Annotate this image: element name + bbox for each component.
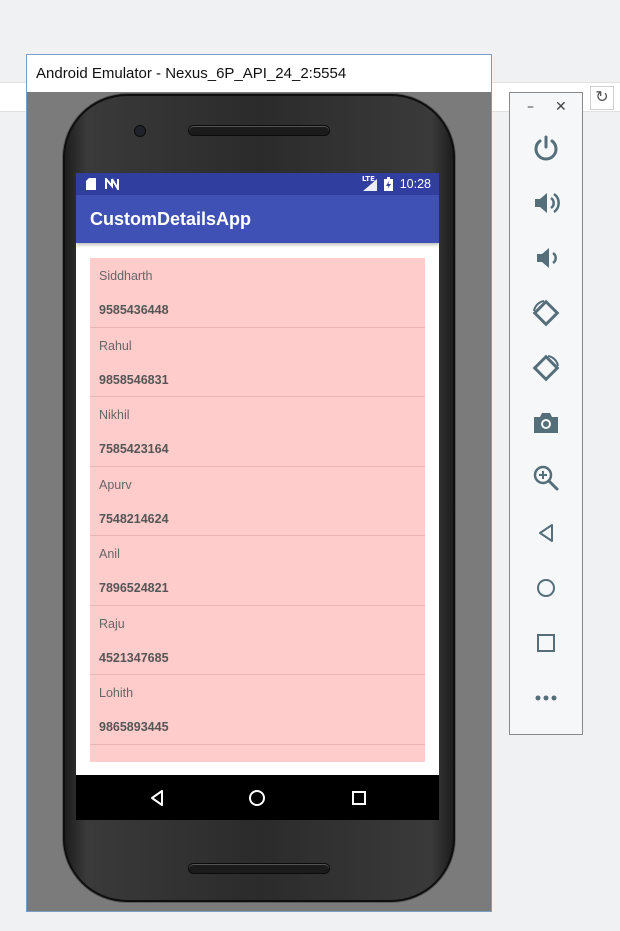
list-item[interactable]: Anil 7896524821	[90, 536, 425, 606]
rotate-right-icon	[532, 354, 560, 382]
more-icon	[535, 695, 557, 701]
contact-phone: 9858546831	[99, 372, 169, 387]
list-item[interactable]: Rahul 9858546831	[90, 328, 425, 397]
power-button[interactable]	[530, 132, 562, 164]
contact-phone: 4521347685	[99, 650, 169, 665]
minimize-button[interactable]: –	[527, 99, 534, 115]
emulator-window: Android Emulator - Nexus_6P_API_24_2:555…	[26, 54, 492, 912]
toolbar-home-button[interactable]	[530, 572, 562, 604]
battery-charging-icon	[384, 177, 393, 191]
list-item[interactable]: Siddharth 9585436448	[90, 258, 425, 328]
volume-down-button[interactable]	[530, 242, 562, 274]
recents-icon[interactable]	[346, 785, 372, 811]
volume-up-button[interactable]	[530, 187, 562, 219]
home-icon[interactable]	[244, 785, 270, 811]
contact-name: Apurv	[99, 477, 132, 492]
more-button[interactable]	[530, 682, 562, 714]
list-item[interactable]: Raju 4521347685	[90, 606, 425, 675]
contact-phone: 9585436448	[99, 303, 169, 317]
volume-up-icon	[535, 192, 560, 214]
refresh-icon[interactable]: ↻	[590, 86, 614, 110]
navigation-bar	[76, 775, 439, 820]
contact-name: Lohith	[99, 686, 134, 700]
contact-name: Anil	[99, 547, 120, 561]
contact-phone: 9865893445	[99, 720, 169, 734]
lte-signal-icon	[363, 179, 377, 191]
contact-phone: 7896524821	[99, 581, 169, 595]
contact-name: Siddharth	[99, 269, 153, 283]
app-bar: CustomDetailsApp	[76, 195, 439, 243]
emulator-titlebar[interactable]: Android Emulator - Nexus_6P_API_24_2:555…	[27, 55, 491, 92]
back-icon[interactable]	[144, 785, 170, 811]
status-bar: LTE 10:28	[76, 173, 439, 195]
contact-phone: 7548214624	[99, 511, 169, 526]
camera-icon	[534, 413, 558, 433]
volume-down-icon	[537, 248, 557, 268]
top-speaker	[189, 126, 329, 135]
overview-icon	[537, 634, 555, 652]
list-item[interactable]: Lohith 9865893445	[90, 675, 425, 745]
back-icon	[539, 524, 553, 542]
device-screen[interactable]: LTE 10:28 CustomDetailsApp Siddharth 958…	[76, 173, 439, 820]
n-notification-icon	[105, 178, 119, 190]
emulator-toolbar: – ✕	[509, 92, 583, 735]
status-time: 10:28	[399, 177, 431, 191]
sd-card-icon	[86, 178, 96, 190]
contact-phone: 7585423164	[99, 442, 169, 456]
app-title: CustomDetailsApp	[90, 209, 252, 229]
contact-list[interactable]: Siddharth 9585436448 Rahul 9858546831 Ni…	[90, 258, 425, 762]
rotate-left-icon	[532, 299, 560, 327]
power-icon	[534, 135, 558, 161]
bottom-speaker	[189, 864, 329, 873]
contact-name: Raju	[99, 616, 125, 631]
rotate-left-button[interactable]	[530, 297, 562, 329]
contact-name: Nikhil	[99, 408, 130, 422]
list-item[interactable]: Apurv 7548214624	[90, 467, 425, 536]
toolbar-overview-button[interactable]	[530, 627, 562, 659]
rotate-right-button[interactable]	[530, 352, 562, 384]
zoom-icon	[533, 465, 559, 491]
front-camera	[135, 126, 145, 136]
close-button[interactable]: ✕	[555, 99, 567, 115]
emulator-title: Android Emulator - Nexus_6P_API_24_2:555…	[36, 65, 347, 82]
home-icon	[537, 579, 555, 597]
contact-name: Rahul	[99, 338, 132, 353]
zoom-button[interactable]	[530, 462, 562, 494]
toolbar-back-button[interactable]	[530, 517, 562, 549]
list-item[interactable]: Nikhil 7585423164	[90, 397, 425, 467]
screenshot-button[interactable]	[530, 407, 562, 439]
